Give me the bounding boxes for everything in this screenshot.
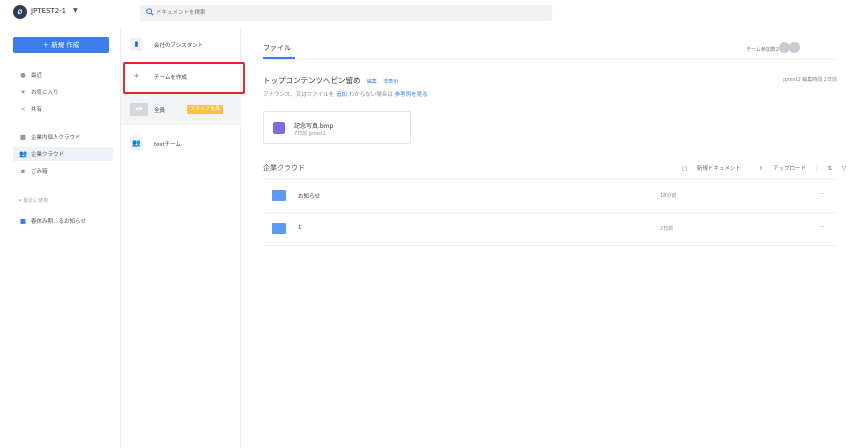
new-doc-icon: ▢ — [681, 166, 689, 172]
more-icon[interactable]: ··· — [819, 191, 825, 198]
announce-prefix: アナウンス、又はファイルを — [263, 92, 335, 98]
pinned-file-card[interactable]: 記念写真.bmp 7日前 jptest1 — [263, 111, 411, 144]
nav-item-trash[interactable]: ▪ ごみ箱 — [13, 164, 113, 178]
nav-item-favorites[interactable]: ★ お気に入り — [13, 85, 113, 99]
pin-meta: jptest2 編集時間 2日前 — [783, 77, 837, 83]
tab-files[interactable]: ファイル — [263, 43, 291, 53]
new-doc-label: 新規ドキュメント — [696, 166, 741, 172]
team-cloud-icon: 👥 — [19, 150, 28, 158]
nav-item-label: 最近 — [31, 73, 43, 79]
pinned-file-name: 記念写真.bmp — [294, 123, 334, 130]
recent-doc-item[interactable]: ■ 春休み期…るお知らせ — [13, 214, 113, 228]
row-name: 1 — [298, 225, 302, 231]
edit-link[interactable]: 編集 — [367, 79, 377, 85]
workspace-logo-icon[interactable]: ø — [13, 5, 27, 19]
trash-icon: ▪ — [20, 167, 26, 175]
upload-icon: ⇧ — [758, 166, 766, 172]
divider: | — [815, 166, 818, 172]
filter-icon[interactable]: ▽ — [842, 166, 846, 172]
member-avatar[interactable] — [789, 42, 800, 53]
nav-item-label: 共有 — [31, 107, 43, 113]
members-count-label: チーム参加数2 — [745, 47, 779, 53]
pinned-file-meta: 7日前 jptest1 — [294, 131, 327, 137]
new-doc-button[interactable]: ▢ 新規ドキュメント — [674, 166, 741, 172]
new-create-label: 新規 作成 — [51, 41, 80, 49]
more-icon[interactable]: ··· — [819, 224, 825, 231]
team-item-all-staff[interactable]: ▪▪ 全員 スタッフ全員 — [121, 95, 241, 125]
nav-item-team-cloud[interactable]: 👥 企業クラウド — [13, 147, 113, 161]
sort-icon[interactable]: ⇅ — [827, 166, 832, 172]
left-nav: ＋ 新規 作成 ● 最近 ★ お気に入り < 共有 ■ 企業内個人クラウド 👥 企業クラウ… — [0, 26, 121, 448]
highlight-box — [123, 62, 245, 94]
team-avatar-icon: ▪▪ — [130, 103, 148, 116]
search-icon — [146, 8, 154, 16]
nav-item-shared[interactable]: < 共有 — [13, 102, 113, 116]
tabs-divider — [263, 59, 838, 60]
announce-mid: わからない場合は — [348, 92, 393, 98]
team-item-test[interactable]: 👥 testチーム — [121, 129, 241, 159]
pin-section-title: トップコンテンツへピン留め 編集 非表示 — [263, 75, 398, 86]
hide-link[interactable]: 非表示 — [383, 79, 398, 85]
team-item-assistant[interactable]: ▮ 会社のアシスタント — [121, 30, 241, 60]
section-actions: ▢ 新規ドキュメント ⇧ アップロード | ⇅ ▽ — [666, 164, 846, 172]
pin-title-text: トップコンテンツへピン留め — [263, 76, 361, 85]
table-end-divider — [263, 245, 838, 246]
folder-icon — [272, 223, 286, 234]
document-icon: ■ — [19, 217, 27, 225]
row-time: 2日前 — [660, 226, 674, 232]
plus-icon: ＋ — [42, 41, 52, 49]
nav-item-label: ごみ箱 — [31, 169, 48, 175]
add-link[interactable]: 追加 — [336, 92, 347, 98]
top-bar: ø JPTEST2-1 ▼ — [0, 0, 851, 26]
search-input[interactable] — [156, 7, 536, 19]
new-create-button[interactable]: ＋ 新規 作成 — [13, 37, 109, 53]
personal-cloud-icon: ■ — [19, 133, 27, 141]
assistant-icon: ▮ — [130, 38, 143, 51]
upload-label: アップロード — [773, 166, 807, 172]
search-bar[interactable] — [140, 5, 552, 21]
team-label: 全員 — [154, 108, 166, 114]
workspace-name[interactable]: JPTEST2-1 — [31, 7, 66, 15]
image-file-icon — [273, 122, 285, 134]
main-panel: ファイル チーム参加数2 トップコンテンツへピン留め 編集 非表示 jptest… — [241, 26, 851, 448]
nav-item-label: 企業クラウド — [31, 152, 65, 158]
table-row[interactable]: 1 2日前 ··· — [263, 212, 838, 245]
team-label: testチーム — [154, 142, 181, 148]
recent-section-label: 最近に使用 — [23, 198, 49, 204]
clock-icon: ● — [20, 71, 26, 79]
share-icon: < — [20, 105, 26, 113]
caret-down-icon[interactable]: ▼ — [73, 7, 78, 14]
upload-button[interactable]: ⇧ アップロード — [751, 166, 806, 172]
section-title: 企業クラウド — [263, 164, 305, 172]
star-icon: ★ — [20, 88, 26, 96]
example-link[interactable]: 参考例を見る — [395, 92, 428, 98]
nav-item-personal-cloud[interactable]: ■ 企業内個人クラウド — [13, 130, 113, 144]
row-name: お知らせ — [298, 194, 320, 200]
nav-item-recent[interactable]: ● 最近 — [13, 68, 113, 82]
team-avatar-icon: 👥 — [130, 137, 143, 150]
folder-icon — [272, 190, 286, 201]
team-label: 会社のアシスタント — [154, 43, 204, 49]
table-row[interactable]: お知らせ 18分前 ··· — [263, 179, 838, 212]
nav-item-label: 企業内個人クラウド — [31, 135, 81, 141]
staff-badge: スタッフ全員 — [187, 105, 224, 114]
announce-hint: アナウンス、又はファイルを 追加 わからない場合は 参考例を見る — [263, 90, 428, 98]
nav-item-label: お気に入り — [31, 90, 59, 96]
recent-section-header[interactable]: ▾ 最近に使用 — [19, 197, 48, 204]
row-time: 18分前 — [660, 193, 677, 199]
recent-doc-label: 春休み期…るお知らせ — [31, 219, 86, 225]
